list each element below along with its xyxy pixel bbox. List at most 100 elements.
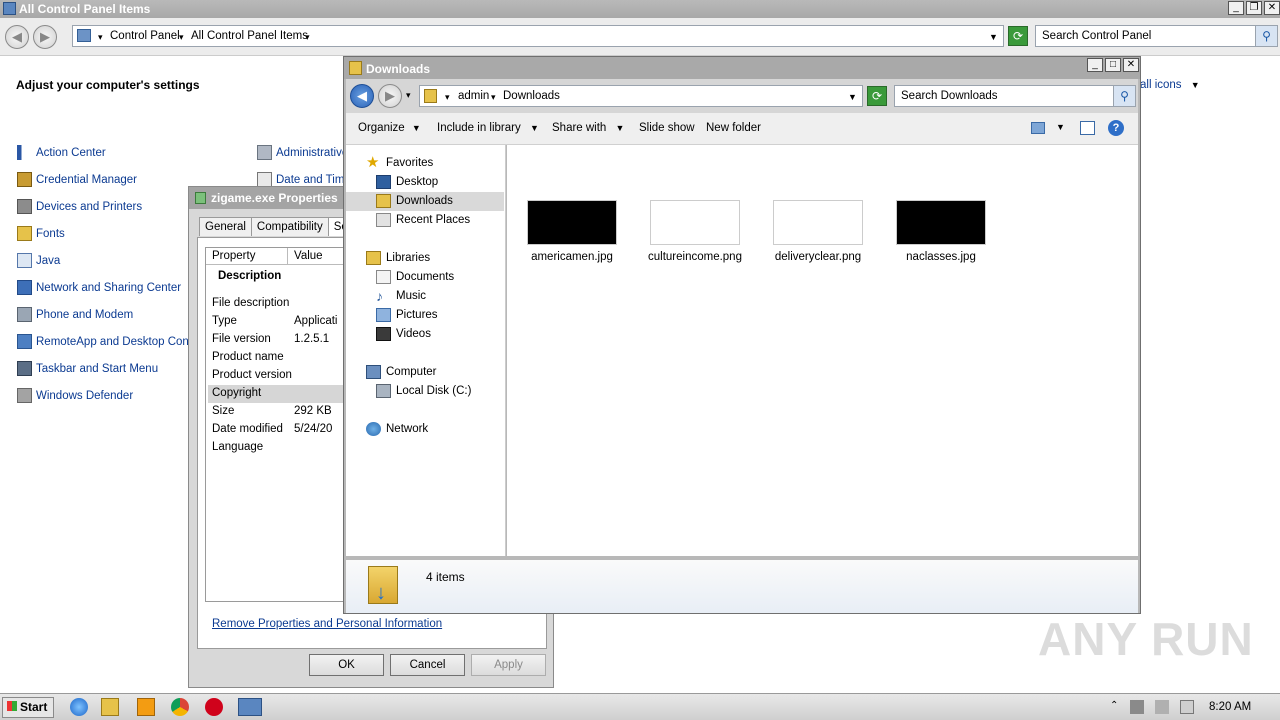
- cp-item-fonts[interactable]: Fonts: [17, 226, 65, 241]
- close-button[interactable]: ✕: [1123, 58, 1139, 72]
- file-explorer-icon[interactable]: [101, 698, 119, 716]
- file-item[interactable]: naclasses.jpg: [886, 200, 996, 263]
- row-name[interactable]: Date modified: [212, 423, 283, 435]
- volume-icon[interactable]: [1155, 700, 1169, 714]
- address-dropdown-icon[interactable]: ▼: [989, 32, 998, 42]
- refresh-button[interactable]: ⟳: [1008, 26, 1028, 46]
- row-name[interactable]: Type: [212, 315, 237, 327]
- share-with-menu[interactable]: Share with ▼: [552, 122, 624, 134]
- opera-icon[interactable]: [205, 698, 223, 716]
- downloads-address-bar[interactable]: ▾ admin ▾ Downloads ▼: [419, 85, 863, 107]
- help-icon[interactable]: ?: [1108, 120, 1124, 136]
- file-item[interactable]: cultureincome.png: [640, 200, 750, 263]
- nav-music[interactable]: ♪ Music: [376, 289, 426, 303]
- address-dropdown-icon[interactable]: ▼: [848, 92, 857, 102]
- search-icon[interactable]: ⚲: [1113, 86, 1135, 106]
- cp-item-remoteapp[interactable]: RemoteApp and Desktop Conne: [17, 334, 202, 349]
- chevron-icon[interactable]: ▾: [98, 32, 103, 43]
- nav-network[interactable]: Network: [366, 422, 428, 436]
- apply-button[interactable]: Apply: [471, 654, 546, 676]
- cp-item-devices-printers[interactable]: Devices and Printers: [17, 199, 142, 214]
- cp-item-phone-modem[interactable]: Phone and Modem: [17, 307, 133, 322]
- cp-item-taskbar-start[interactable]: Taskbar and Start Menu: [17, 361, 158, 376]
- property-list[interactable]: Property Value Description File descript…: [205, 247, 356, 602]
- control-panel-taskbar-icon[interactable]: [238, 698, 262, 716]
- nav-favorites[interactable]: ★ Favorites: [366, 155, 433, 170]
- nav-local-disk[interactable]: Local Disk (C:): [376, 384, 471, 398]
- downloads-title: Downloads: [366, 62, 431, 76]
- slide-show-button[interactable]: Slide show: [639, 122, 695, 134]
- back-button[interactable]: ◀: [5, 25, 29, 49]
- forward-button[interactable]: ▶: [378, 84, 402, 108]
- start-button[interactable]: Start: [2, 697, 54, 718]
- tab-compatibility[interactable]: Compatibility: [250, 217, 329, 236]
- new-folder-button[interactable]: New folder: [706, 122, 761, 134]
- row-name[interactable]: Language: [212, 441, 263, 453]
- cp-item-credential-manager[interactable]: Credential Manager: [17, 172, 137, 187]
- preview-pane-icon[interactable]: [1080, 121, 1095, 135]
- chevron-down-icon[interactable]: ▼: [1056, 122, 1065, 132]
- chevron-icon[interactable]: ▾: [179, 32, 184, 43]
- cp-item-action-center[interactable]: Action Center: [17, 145, 106, 160]
- minimize-button[interactable]: _: [1087, 58, 1103, 72]
- close-button[interactable]: ✕: [1264, 1, 1280, 15]
- row-name[interactable]: Product name: [212, 351, 284, 363]
- nav-desktop[interactable]: Desktop: [376, 175, 438, 189]
- nav-documents[interactable]: Documents: [376, 270, 454, 284]
- breadcrumb-admin[interactable]: admin: [458, 90, 489, 102]
- maximize-button[interactable]: □: [1105, 58, 1121, 72]
- nav-computer[interactable]: Computer: [366, 365, 437, 379]
- row-name[interactable]: Copyright: [212, 387, 261, 399]
- row-name[interactable]: Product version: [212, 369, 292, 381]
- cp-item-windows-defender[interactable]: Windows Defender: [17, 388, 133, 403]
- nav-libraries[interactable]: Libraries: [366, 251, 430, 265]
- change-view-icon[interactable]: [1031, 122, 1045, 134]
- ok-button[interactable]: OK: [309, 654, 384, 676]
- recent-pages-dropdown[interactable]: ▾: [406, 90, 411, 101]
- cp-item-administrative[interactable]: Administrative: [257, 145, 348, 160]
- row-name[interactable]: Size: [212, 405, 234, 417]
- forward-button[interactable]: ▶: [33, 25, 57, 49]
- cp-item-network-sharing[interactable]: Network and Sharing Center: [17, 280, 181, 295]
- include-in-library-menu[interactable]: Include in library ▼: [437, 122, 539, 134]
- address-bar[interactable]: ▾ Control Panel ▾ All Control Panel Item…: [72, 25, 1004, 47]
- property-column-header[interactable]: Property: [206, 248, 288, 265]
- view-by-dropdown[interactable]: all icons ▼: [1140, 79, 1200, 91]
- back-button[interactable]: ◀: [350, 84, 374, 108]
- cp-item-date-time[interactable]: Date and Time: [257, 172, 351, 187]
- maximize-button[interactable]: ❐: [1246, 1, 1262, 15]
- row-name[interactable]: File version: [212, 333, 271, 345]
- file-item[interactable]: deliveryclear.png: [763, 200, 873, 263]
- file-item[interactable]: americamen.jpg: [517, 200, 627, 263]
- nav-videos[interactable]: Videos: [376, 327, 431, 341]
- action-center-flag-icon[interactable]: [1180, 700, 1194, 714]
- tab-general[interactable]: General: [199, 217, 252, 236]
- row-name[interactable]: File description: [212, 297, 289, 309]
- show-hidden-icons[interactable]: ⌃: [1110, 700, 1124, 714]
- minimize-button[interactable]: _: [1228, 1, 1244, 15]
- control-panel-icon: [3, 2, 16, 15]
- cp-item-java[interactable]: Java: [17, 253, 60, 268]
- chevron-icon[interactable]: ▾: [305, 32, 310, 43]
- refresh-button[interactable]: ⟳: [867, 86, 887, 106]
- nav-pictures[interactable]: Pictures: [376, 308, 438, 322]
- cancel-button[interactable]: Cancel: [390, 654, 465, 676]
- search-downloads-input[interactable]: Search Downloads ⚲: [894, 85, 1136, 107]
- nav-recent-places[interactable]: Recent Places: [376, 213, 470, 227]
- media-player-icon[interactable]: [137, 698, 155, 716]
- breadcrumb-all-items[interactable]: All Control Panel Items: [191, 30, 308, 42]
- organize-menu[interactable]: Organize ▼: [358, 122, 421, 134]
- network-tray-icon[interactable]: [1130, 700, 1144, 714]
- clock[interactable]: 8:20 AM: [1209, 701, 1251, 713]
- nav-downloads[interactable]: Downloads: [376, 194, 453, 208]
- chrome-icon[interactable]: [171, 698, 189, 716]
- search-icon[interactable]: ⚲: [1255, 26, 1277, 46]
- chevron-icon[interactable]: ▾: [491, 92, 496, 103]
- internet-explorer-icon[interactable]: [70, 698, 88, 716]
- breadcrumb-downloads[interactable]: Downloads: [503, 90, 560, 102]
- remove-properties-link[interactable]: Remove Properties and Personal Informati…: [212, 618, 442, 630]
- breadcrumb-control-panel[interactable]: Control Panel: [110, 30, 180, 42]
- chevron-icon[interactable]: ▾: [445, 92, 450, 103]
- search-control-panel-input[interactable]: Search Control Panel ⚲: [1035, 25, 1278, 47]
- admin-tools-icon: [257, 145, 272, 160]
